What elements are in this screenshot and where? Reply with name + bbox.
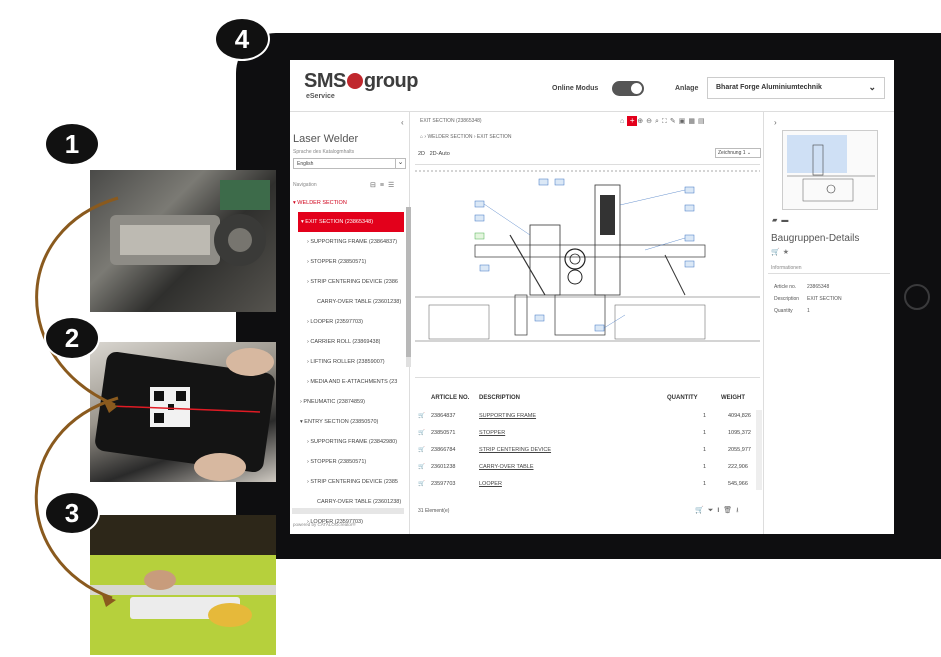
step-badge-4: 4	[216, 19, 268, 59]
step-badge-2: 2	[46, 318, 98, 358]
step-badge-1: 1	[46, 124, 98, 164]
workflow-arrows	[34, 196, 119, 607]
composite-illustration: 1 2 3 4 SMS group eService Online Modus …	[0, 0, 941, 657]
step-badge-3: 3	[46, 493, 98, 533]
